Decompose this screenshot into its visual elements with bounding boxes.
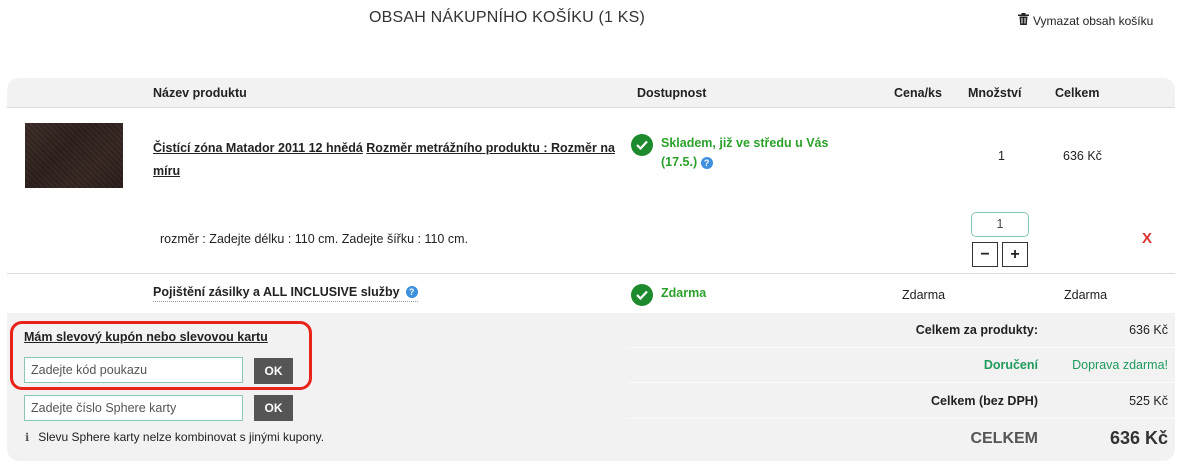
net-total-label: Celkem (bez DPH): [931, 394, 1038, 408]
quantity-input[interactable]: 1: [971, 212, 1029, 237]
help-icon[interactable]: ?: [405, 286, 418, 298]
check-circle-icon: [631, 284, 653, 306]
grand-total-value: 636 Kč: [1109, 428, 1168, 448]
page-title: OBSAH NÁKUPNÍHO KOŠÍKU (1 KS): [368, 9, 646, 26]
product-quantity: 1: [998, 149, 1005, 163]
header-unit-price: Cena/ks: [894, 86, 942, 100]
grand-total-label: CELKEM: [970, 430, 1038, 447]
product-total: 636 Kč: [1063, 149, 1102, 163]
insurance-name: Pojištění zásilky a ALL INCLUSIVE služby…: [153, 285, 418, 302]
summary-divider: [627, 418, 1175, 419]
products-total-value: 636 Kč: [1129, 323, 1168, 337]
insurance-total: Zdarma: [1064, 288, 1108, 302]
sphere-card-input[interactable]: [24, 395, 243, 421]
cart-table-header: Název produktu Dostupnost Cena/ks Množst…: [7, 78, 1175, 108]
header-total: Celkem: [1055, 86, 1100, 100]
availability-line-2: (17.5.): [661, 155, 698, 169]
voucher-ok-button[interactable]: OK: [254, 358, 293, 384]
delivery-label: Doručení: [983, 358, 1038, 372]
insurance-availability-text: Zdarma: [661, 286, 707, 300]
minus-icon: −: [980, 245, 990, 263]
help-icon[interactable]: ?: [700, 156, 713, 169]
row-divider: [7, 273, 1175, 274]
sphere-note: ℹ Slevu Sphere karty nelze kombinovat s …: [25, 430, 324, 444]
product-name: Čistící zóna Matador 2011 12 hnědá Rozmě…: [153, 137, 623, 183]
header-product-name: Název produktu: [153, 86, 247, 100]
sphere-note-text: Slevu Sphere karty nelze kombinovat s ji…: [38, 430, 325, 444]
availability-line-1: Skladem, již ve středu u Vás: [661, 136, 829, 150]
clear-cart-label: Vymazat obsah košíku: [1033, 13, 1154, 28]
product-availability: Skladem, již ve středu u Vás (17.5.) ?: [631, 134, 828, 172]
plus-icon: +: [1010, 245, 1020, 263]
quantity-decrease-button[interactable]: −: [972, 242, 998, 267]
clear-cart-button[interactable]: Vymazat obsah košíku: [1018, 13, 1153, 28]
trash-icon: [1018, 13, 1029, 28]
product-link[interactable]: Čistící zóna Matador 2011 12 hnědá: [153, 141, 363, 155]
quantity-increase-button[interactable]: +: [1002, 242, 1028, 267]
delivery-value: Doprava zdarma!: [1072, 358, 1168, 372]
coupon-toggle-link[interactable]: Mám slevový kupón nebo slevovou kartu: [24, 330, 268, 344]
summary-divider: [627, 347, 1175, 348]
products-total-label: Celkem za produkty:: [915, 323, 1038, 337]
summary-divider: [627, 382, 1175, 383]
insurance-unit-price: Zdarma: [902, 288, 946, 302]
insurance-label: Pojištění zásilky a ALL INCLUSIVE služby: [153, 285, 400, 299]
product-thumbnail[interactable]: [25, 123, 123, 188]
info-icon: ℹ: [25, 431, 30, 444]
header-availability: Dostupnost: [637, 86, 707, 100]
remove-item-button[interactable]: X: [1142, 230, 1152, 247]
check-circle-icon: [631, 134, 653, 156]
header-quantity: Množství: [968, 86, 1022, 100]
voucher-code-input[interactable]: [24, 357, 243, 383]
product-size-note: rozměr : Zadejte délku : 110 cm. Zadejte…: [160, 232, 468, 246]
insurance-availability: Zdarma: [631, 284, 706, 306]
sphere-ok-button[interactable]: OK: [254, 395, 293, 421]
net-total-value: 525 Kč: [1129, 394, 1168, 408]
